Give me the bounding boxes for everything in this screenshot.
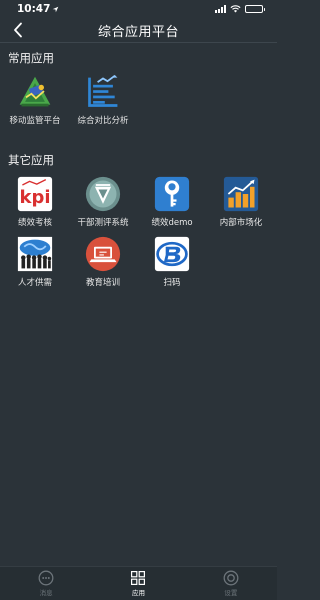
- section-title-other: 其它应用: [8, 153, 54, 167]
- cadre-evaluation-icon: [85, 176, 121, 212]
- comparison-chart-icon: [88, 74, 118, 107]
- mobile-supervision-icon: [19, 76, 51, 107]
- app-label: 绩效考核: [17, 218, 52, 228]
- location-arrow-icon: [53, 6, 59, 12]
- app-talent-demand[interactable]: 人才供需: [1, 236, 69, 288]
- bar-chart-icon: [223, 176, 259, 212]
- status-icons: [215, 5, 265, 13]
- page-title: 综合应用平台: [97, 24, 179, 40]
- app-label: 干部测评系统: [77, 218, 129, 228]
- key-icon: [154, 176, 190, 212]
- tab-messages[interactable]: 消息: [11, 570, 81, 597]
- section-title-common: 常用应用: [8, 51, 54, 65]
- app-comparison-analysis[interactable]: 综合对比分析: [69, 74, 137, 126]
- talent-crowd-icon: [17, 236, 53, 272]
- wifi-icon: [230, 5, 241, 13]
- app-education-training[interactable]: 教育培训: [69, 236, 137, 288]
- app-mobile-supervision[interactable]: 移动监管平台: [1, 74, 69, 126]
- svg-text:kpi: kpi: [19, 187, 50, 208]
- back-button[interactable]: [8, 20, 28, 40]
- app-scan[interactable]: 扫码: [138, 236, 206, 288]
- app-internal-market[interactable]: 内部市场化: [207, 176, 275, 228]
- app-label: 人才供需: [17, 278, 52, 288]
- cellular-signal-icon: [215, 5, 226, 13]
- kpi-icon: kpi: [17, 176, 53, 212]
- tab-settings[interactable]: 设置: [196, 570, 266, 597]
- app-label: 内部市场化: [219, 218, 263, 228]
- chevron-left-icon: [14, 22, 22, 38]
- tab-bar: 消息 应用 设置: [0, 566, 277, 600]
- header-divider: [0, 42, 277, 43]
- settings-icon: [223, 570, 239, 586]
- tab-apps[interactable]: 应用: [103, 570, 173, 597]
- status-time: 10:47: [17, 3, 59, 15]
- app-kpi[interactable]: kpi 绩效考核: [1, 176, 69, 228]
- scan-logo-icon: [154, 236, 190, 272]
- tab-label: 应用: [131, 589, 145, 597]
- app-label: 移动监管平台: [9, 116, 61, 126]
- laptop-training-icon: [85, 236, 121, 272]
- app-label: 扫码: [163, 278, 181, 288]
- nav-bar: 综合应用平台: [0, 18, 277, 42]
- status-bar: 10:47: [0, 0, 277, 18]
- app-label: 绩效demo: [151, 218, 193, 228]
- clock-text: 10:47: [17, 3, 51, 15]
- tab-label: 设置: [224, 589, 238, 597]
- chat-icon: [38, 570, 54, 586]
- grid-icon: [131, 571, 146, 585]
- app-label: 综合对比分析: [77, 116, 129, 126]
- app-label: 教育培训: [85, 278, 120, 288]
- tab-label: 消息: [39, 589, 53, 597]
- app-kpi-demo[interactable]: 绩效demo: [138, 176, 206, 228]
- battery-icon: [245, 5, 265, 13]
- app-cadre-evaluation[interactable]: 干部测评系统: [69, 176, 137, 228]
